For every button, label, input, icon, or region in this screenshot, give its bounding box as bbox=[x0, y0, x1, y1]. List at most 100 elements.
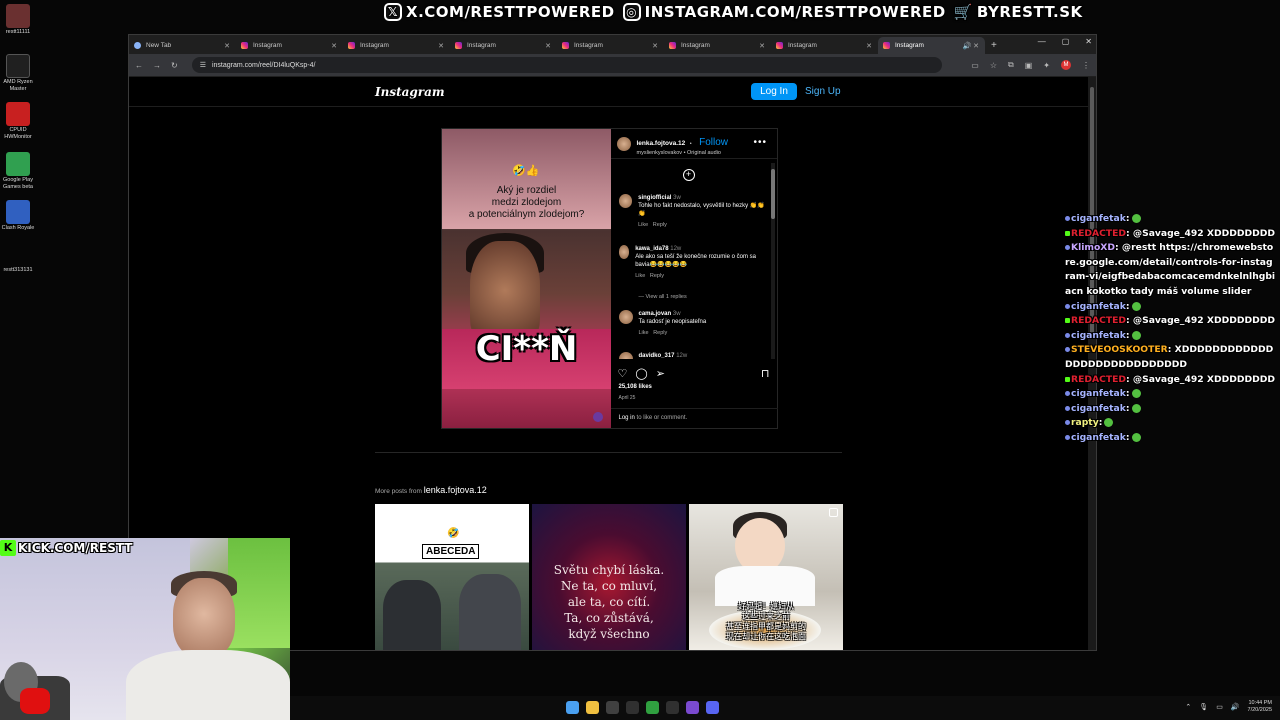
close-tab-icon[interactable]: ✕ bbox=[331, 42, 337, 50]
reply-button[interactable]: Reply bbox=[650, 273, 664, 279]
load-more-comments-icon[interactable]: + bbox=[682, 169, 695, 181]
author-avatar[interactable] bbox=[616, 136, 631, 151]
chat-username[interactable]: ciganfetak bbox=[1071, 213, 1126, 224]
post-thumbnail[interactable]: 🤣 ABECEDA bbox=[375, 504, 529, 650]
chat-username[interactable]: ciganfetak bbox=[1071, 432, 1126, 443]
reel-video[interactable]: 🤣👍 Aký je rozdiel medzi zlodejom a poten… bbox=[442, 129, 611, 428]
more-posts-user-link[interactable]: lenka.fojtova.12 bbox=[424, 485, 487, 495]
more-posts-heading: More posts from lenka.fojtova.12 bbox=[375, 485, 487, 495]
login-button[interactable]: Log In bbox=[751, 83, 797, 100]
share-icon[interactable]: ➢ bbox=[656, 367, 665, 380]
extensions-icon[interactable]: ⧉ bbox=[1008, 60, 1014, 70]
cast-icon[interactable]: ▭ bbox=[971, 61, 979, 70]
reply-button[interactable]: Reply bbox=[653, 330, 667, 336]
tab-instagram[interactable]: Instagram ✕ bbox=[343, 37, 450, 54]
chat-badge-icon bbox=[1065, 216, 1070, 221]
desktop-icon-hwmonitor[interactable]: CPUID HWMonitor bbox=[0, 102, 36, 141]
commenter-avatar[interactable] bbox=[618, 245, 630, 259]
taskbar-app-icon[interactable] bbox=[586, 701, 599, 714]
taskbar-app-icon[interactable] bbox=[706, 701, 719, 714]
close-tab-icon[interactable]: ✕ bbox=[652, 42, 658, 50]
heart-icon[interactable]: ♡ bbox=[618, 367, 628, 380]
back-icon[interactable]: ← bbox=[135, 61, 143, 70]
chat-username[interactable]: REDACTED bbox=[1071, 374, 1126, 385]
menu-kebab-icon[interactable]: ⋮ bbox=[1082, 61, 1090, 70]
commenter-avatar[interactable] bbox=[618, 194, 633, 208]
desktop-icon-restt11111[interactable]: restt11111 bbox=[0, 4, 36, 36]
forward-icon[interactable]: → bbox=[153, 61, 161, 70]
chat-username[interactable]: REDACTED bbox=[1071, 228, 1126, 239]
post-thumbnail[interactable]: 好妈起！媳妇从 这些过来之前 甚至连指甲都是妈剪的 现在却让你在这吃泡面 bbox=[689, 504, 843, 650]
minimize-icon[interactable]: — bbox=[1038, 37, 1046, 46]
audio-label[interactable]: myslienkyslovakov • Original audio bbox=[637, 150, 729, 156]
instagram-logo[interactable]: Instagram bbox=[375, 85, 445, 99]
close-tab-icon[interactable]: 🔊 ✕ bbox=[962, 42, 979, 50]
bookmark-icon[interactable]: ⊓ bbox=[761, 367, 770, 380]
tab-instagram[interactable]: Instagram ✕ bbox=[664, 37, 771, 54]
chat-username[interactable]: ciganfetak bbox=[1071, 330, 1126, 341]
site-info-icon[interactable]: ☰ bbox=[200, 61, 206, 69]
address-bar[interactable]: ☰ instagram.com/reel/DI4luQKsp-4/ bbox=[191, 57, 942, 73]
view-replies-link[interactable]: — View all 1 replies bbox=[639, 294, 687, 300]
audio-badge-icon[interactable] bbox=[592, 412, 603, 422]
like-count[interactable]: 25,108 likes bbox=[619, 384, 652, 390]
taskbar-app-icon[interactable] bbox=[666, 701, 679, 714]
comments-scrollbar[interactable] bbox=[771, 163, 775, 359]
taskbar-app-icon[interactable] bbox=[626, 701, 639, 714]
volume-icon[interactable]: 🔊 bbox=[1231, 703, 1240, 711]
tab-instagram[interactable]: Instagram ✕ bbox=[771, 37, 878, 54]
reply-button[interactable]: Reply bbox=[653, 222, 667, 228]
commenter-avatar[interactable] bbox=[618, 310, 633, 324]
taskbar-app-icon[interactable] bbox=[606, 701, 619, 714]
instagram-favicon-icon bbox=[562, 42, 569, 49]
profile-avatar[interactable]: M bbox=[1061, 60, 1071, 70]
close-window-icon[interactable]: ✕ bbox=[1085, 37, 1092, 46]
comment-icon[interactable]: ◯ bbox=[635, 367, 647, 380]
author-username[interactable]: lenka.fojtova.12 bbox=[637, 140, 686, 147]
sidepanel-icon[interactable]: ▣ bbox=[1025, 61, 1033, 70]
desktop-icon-play-games[interactable]: Google Play Games beta bbox=[0, 152, 36, 191]
taskbar-app-icon[interactable] bbox=[646, 701, 659, 714]
chat-username[interactable]: STEVEOOSKOOTER bbox=[1071, 344, 1168, 355]
taskbar-app-icon[interactable] bbox=[566, 701, 579, 714]
mic-icon[interactable]: 🎙 bbox=[1199, 703, 1208, 711]
maximize-icon[interactable]: ▢ bbox=[1062, 37, 1070, 46]
like-comment-button[interactable]: Like bbox=[635, 273, 645, 279]
login-link[interactable]: Log in bbox=[619, 415, 635, 421]
extension-puzzle-icon[interactable]: ✦ bbox=[1043, 61, 1050, 70]
close-tab-icon[interactable]: ✕ bbox=[224, 42, 230, 50]
tab-instagram[interactable]: Instagram ✕ bbox=[450, 37, 557, 54]
new-tab-button[interactable]: + bbox=[991, 40, 997, 51]
tab-instagram-active[interactable]: Instagram 🔊 ✕ bbox=[878, 37, 985, 54]
desktop-icon-amd-ryzen[interactable]: AMD Ryzen Master bbox=[0, 54, 36, 93]
close-tab-icon[interactable]: ✕ bbox=[866, 42, 872, 50]
more-options-icon[interactable]: ••• bbox=[753, 137, 767, 148]
chat-username[interactable]: ciganfetak bbox=[1071, 301, 1126, 312]
clock[interactable]: 10:44 PM 7/20/2025 bbox=[1248, 700, 1272, 714]
signup-link[interactable]: Sign Up bbox=[805, 86, 841, 97]
like-comment-button[interactable]: Like bbox=[638, 222, 648, 228]
chat-username[interactable]: rapty bbox=[1071, 417, 1099, 428]
chevron-up-icon[interactable]: ⌃ bbox=[1185, 703, 1191, 711]
close-tab-icon[interactable]: ✕ bbox=[545, 42, 551, 50]
bookmark-star-icon[interactable]: ☆ bbox=[990, 61, 997, 70]
commenter-avatar[interactable] bbox=[618, 352, 633, 359]
close-tab-icon[interactable]: ✕ bbox=[759, 42, 765, 50]
desktop-icon-clash-royale[interactable]: Clash Royale bbox=[0, 200, 36, 232]
chat-username[interactable]: ciganfetak bbox=[1071, 403, 1126, 414]
like-comment-button[interactable]: Like bbox=[639, 330, 649, 336]
post-thumbnail[interactable]: Světu chybí láska. Ne ta, co mluví, ale … bbox=[532, 504, 686, 650]
tab-instagram[interactable]: Instagram ✕ bbox=[557, 37, 664, 54]
follow-button[interactable]: Follow bbox=[699, 137, 728, 148]
chat-username[interactable]: REDACTED bbox=[1071, 315, 1126, 326]
taskbar-app-icon[interactable] bbox=[686, 701, 699, 714]
chat-username[interactable]: KlimoXD bbox=[1071, 242, 1115, 253]
desktop-icon-restt313131[interactable]: restt313131 bbox=[0, 266, 36, 274]
tab-instagram[interactable]: Instagram ✕ bbox=[236, 37, 343, 54]
tab-new-tab[interactable]: New Tab ✕ bbox=[129, 37, 236, 54]
video-overlay-text: CI**Ň bbox=[475, 329, 578, 369]
chat-username[interactable]: ciganfetak bbox=[1071, 388, 1126, 399]
close-tab-icon[interactable]: ✕ bbox=[438, 42, 444, 50]
network-icon[interactable]: ▭ bbox=[1216, 703, 1223, 711]
reload-icon[interactable]: ↻ bbox=[171, 61, 178, 70]
